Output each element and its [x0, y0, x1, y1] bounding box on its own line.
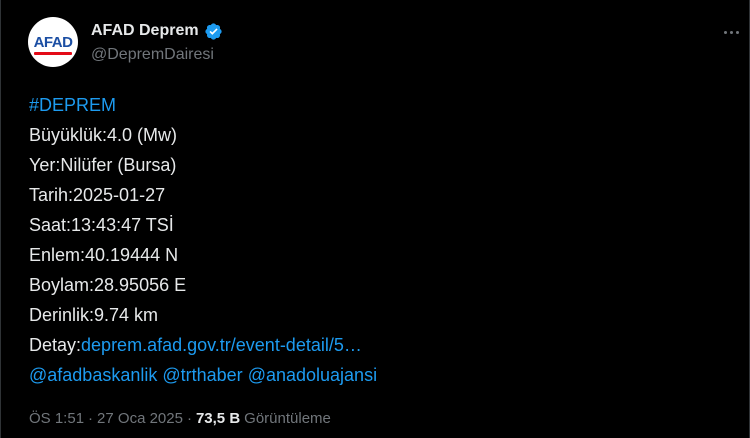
verified-badge-icon	[204, 22, 222, 40]
more-options-icon[interactable]	[719, 22, 743, 42]
detail-label: Detay:	[29, 335, 82, 355]
dot	[735, 30, 739, 34]
views-count: 73,5 B	[195, 410, 241, 427]
hashtag-link[interactable]: #DEPREM	[29, 95, 116, 115]
time-line: Saat:13:43:47 TSİ	[29, 215, 174, 235]
magnitude-line: Büyüklük:4.0 (Mw)	[29, 125, 178, 145]
avatar-logo: AFAD	[33, 33, 73, 55]
location-line: Yer:Nilüfer (Bursa)	[29, 155, 177, 175]
avatar[interactable]: AFAD	[28, 17, 78, 67]
detail-link[interactable]: deprem.afad.gov.tr/event-detail/5…	[81, 335, 362, 355]
post-time[interactable]: ÖS 1:51	[29, 410, 84, 427]
dot	[723, 30, 727, 34]
longitude-line: Boylam:28.95056 E	[29, 275, 187, 295]
post-date[interactable]: 27 Oca 2025	[97, 410, 183, 427]
post-text: #DEPREM Büyüklük:4.0 (Mw) Yer:Nilüfer (B…	[29, 90, 377, 390]
date-line: Tarih:2025-01-27	[29, 185, 166, 205]
meta-separator: ·	[186, 410, 192, 427]
post-card: AFAD AFAD Deprem @DepremDairesi #DEPREM …	[0, 0, 750, 438]
mention-link[interactable]: @anadoluajansi	[248, 365, 377, 385]
latitude-line: Enlem:40.19444 N	[29, 245, 179, 265]
depth-line: Derinlik:9.74 km	[29, 305, 159, 325]
post-meta: ÖS 1:51 · 27 Oca 2025 · 73,5 B Görüntüle…	[29, 410, 331, 427]
author-display-name[interactable]: AFAD Deprem	[91, 22, 199, 40]
dot	[729, 30, 733, 34]
mention-link[interactable]: @trthaber	[162, 365, 242, 385]
meta-separator: ·	[88, 410, 94, 427]
mention-link[interactable]: @afadbaskanlik	[29, 365, 157, 385]
author-name-row: AFAD Deprem	[91, 20, 223, 42]
author-handle[interactable]: @DepremDairesi	[91, 46, 214, 64]
views-label: Görüntüleme	[244, 410, 331, 427]
